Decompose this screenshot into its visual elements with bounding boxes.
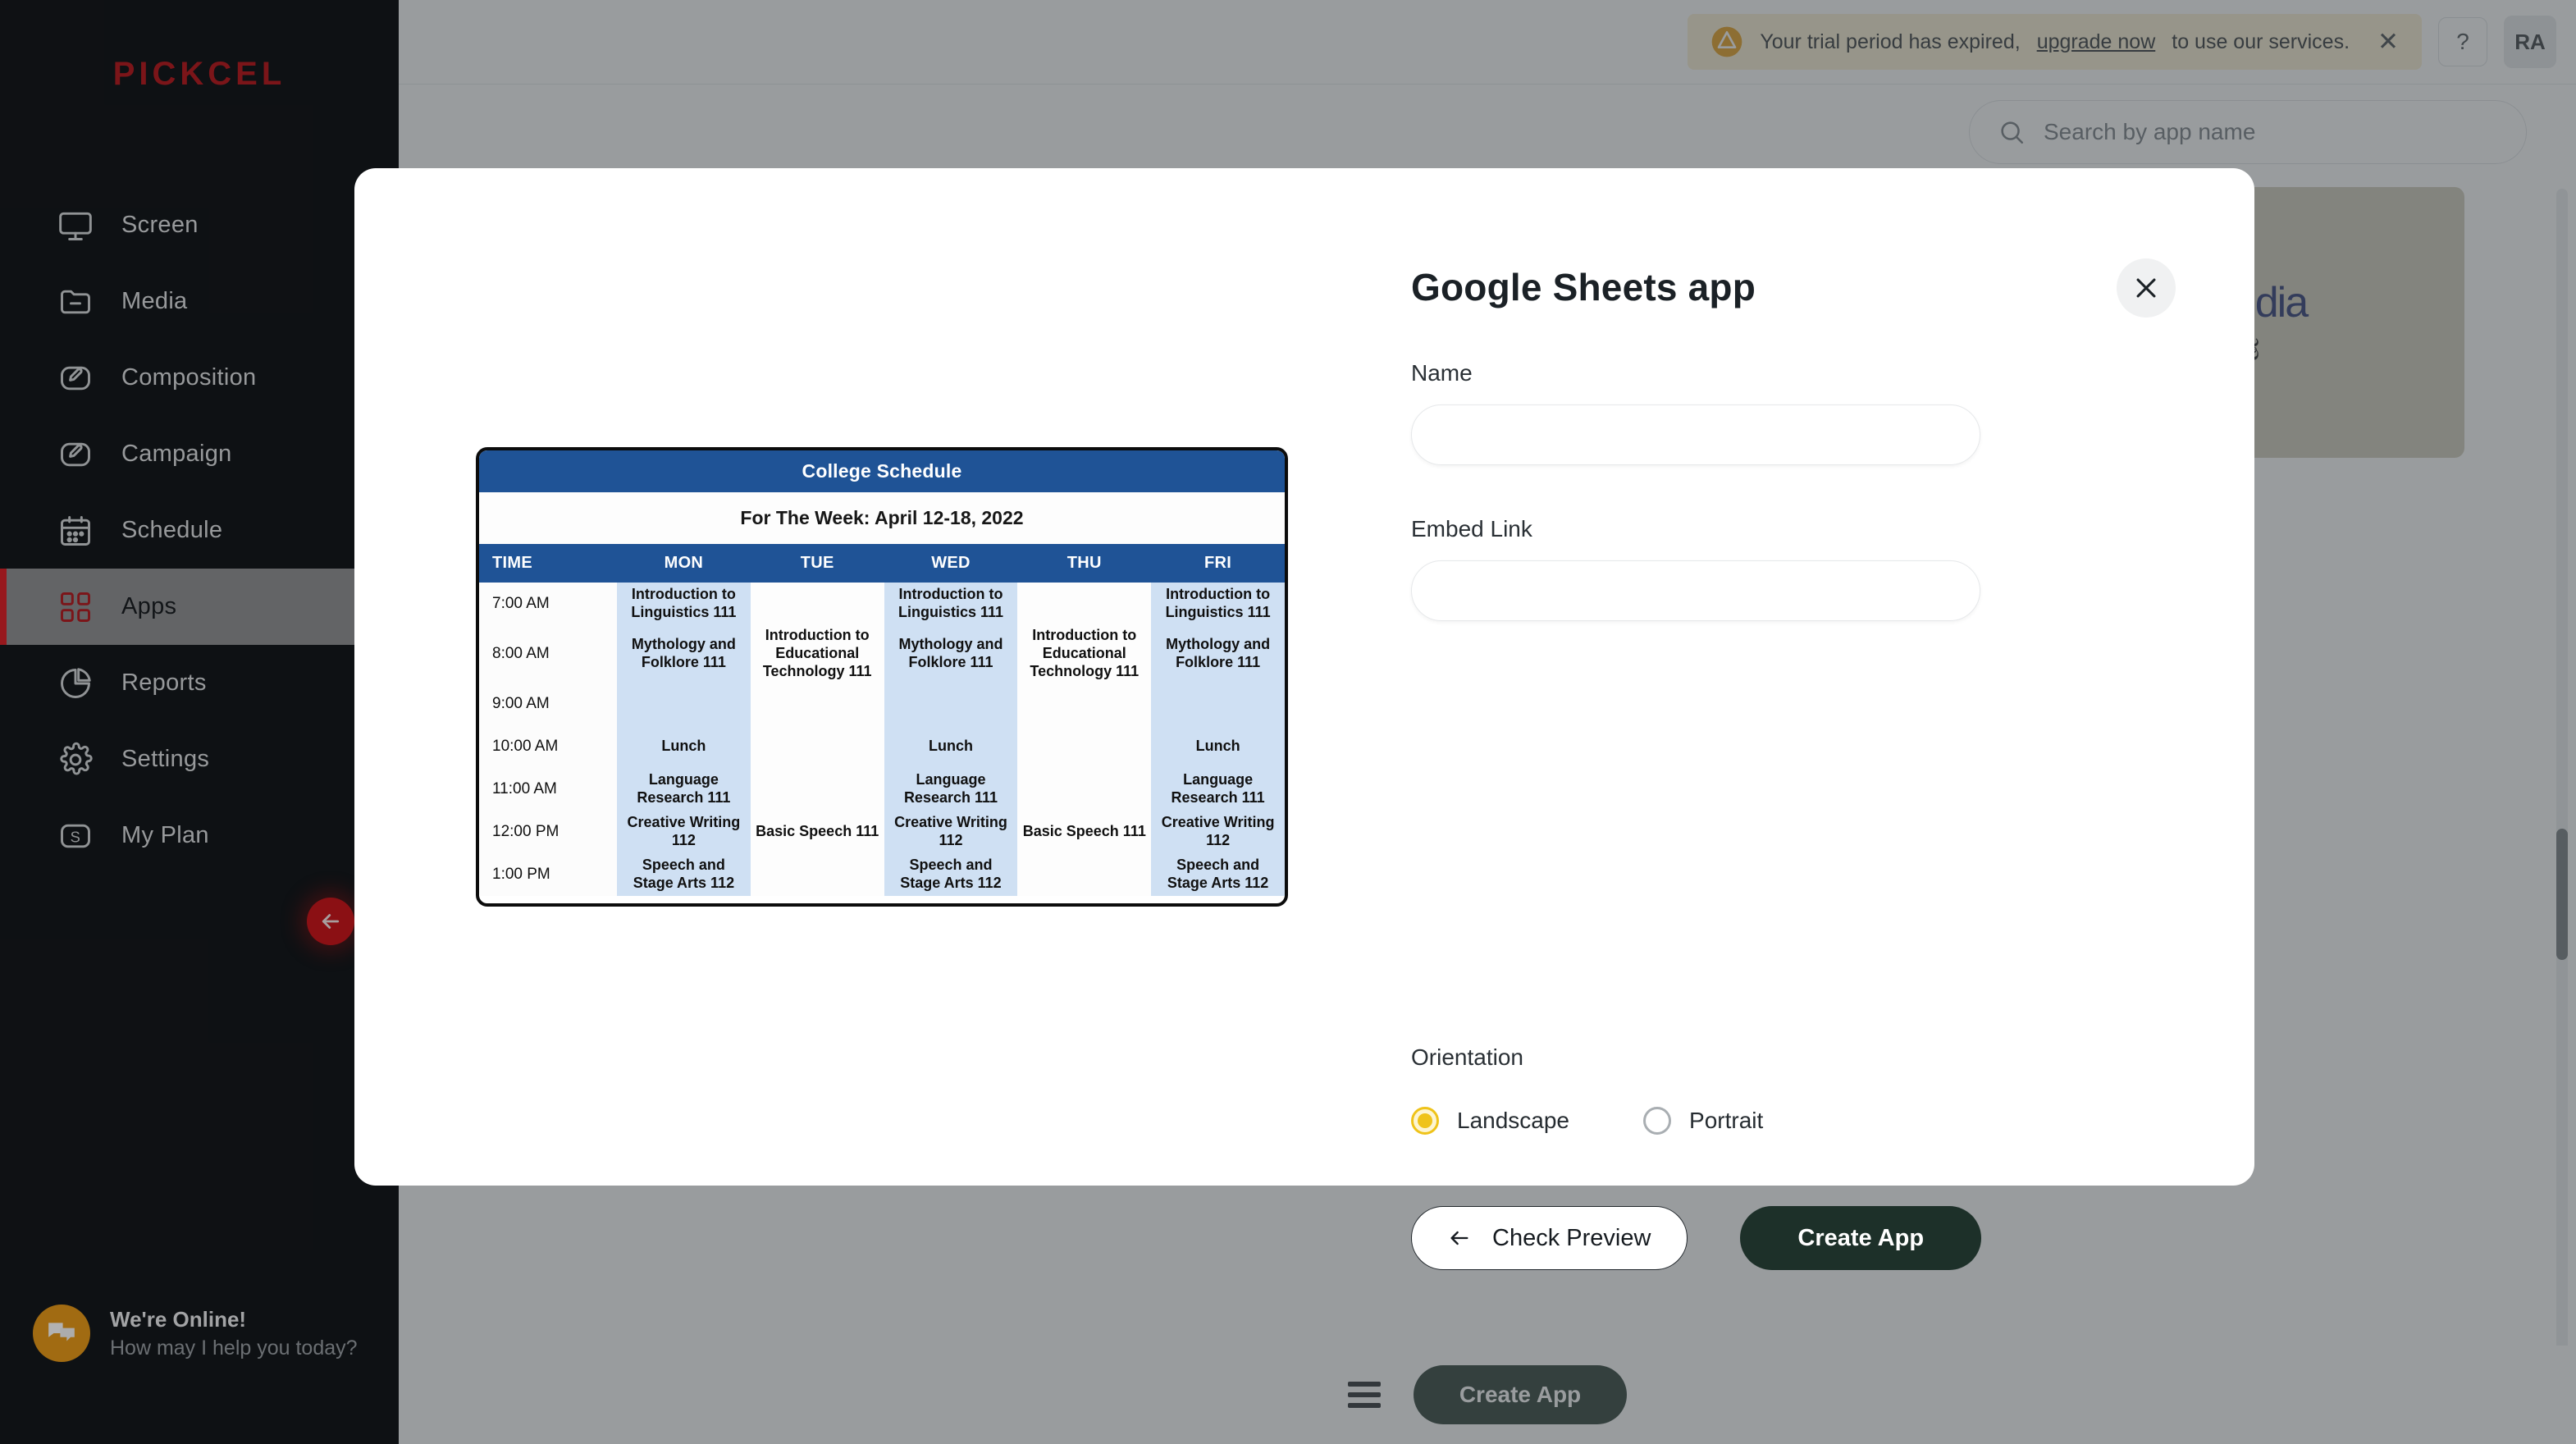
table-row: 1:00 PM Speech and Stage Arts 112 Speech a… bbox=[479, 852, 1285, 896]
time-cell: 11:00 AM bbox=[479, 767, 617, 811]
schedule-cell: Introduction to Linguistics 111 bbox=[1151, 583, 1285, 625]
create-app-button[interactable]: Create App bbox=[1740, 1206, 1982, 1270]
table-header-cell: TIME bbox=[479, 544, 617, 583]
google-sheets-app-modal: College Schedule For The Week: April 12-… bbox=[354, 168, 2254, 1270]
overlay-dim-left bbox=[0, 0, 399, 1444]
time-cell: 12:00 PM bbox=[479, 810, 617, 853]
arrow-left-icon bbox=[1450, 1231, 1468, 1245]
schedule-cell: Speech and Stage Arts 112 bbox=[1151, 852, 1285, 896]
orientation-group: Orientation Landscape Portrait bbox=[1411, 1044, 1763, 1135]
schedule-cell bbox=[617, 682, 751, 725]
table-row: 9:00 AM bbox=[479, 682, 1285, 725]
schedule-cell: Mythology and Folklore 111 bbox=[1151, 625, 1285, 683]
schedule-cell bbox=[750, 852, 884, 896]
modal-preview-pane: College Schedule For The Week: April 12-… bbox=[354, 168, 1411, 1186]
schedule-cell bbox=[884, 682, 1018, 725]
radio-label: Landscape bbox=[1457, 1108, 1570, 1133]
field-group: Embed Link bbox=[1411, 516, 2172, 621]
preview-title: College Schedule bbox=[479, 450, 1285, 492]
check-preview-button[interactable]: Check Preview bbox=[1411, 1206, 1688, 1270]
field-group: Name bbox=[1411, 360, 2172, 465]
schedule-cell bbox=[750, 767, 884, 811]
table-header-cell: WED bbox=[884, 544, 1018, 583]
table-row: 11:00 AM Language Research 111 Language Re… bbox=[479, 767, 1285, 811]
name-input[interactable] bbox=[1411, 404, 1980, 465]
close-button[interactable] bbox=[2117, 258, 2176, 318]
schedule-table: TIME MON TUE WED THU FRI 7:00 AM Introduction … bbox=[479, 544, 1285, 896]
table-header-cell: THU bbox=[1017, 544, 1152, 583]
schedule-preview: College Schedule For The Week: April 12-… bbox=[476, 447, 1288, 907]
schedule-cell: Language Research 111 bbox=[1151, 767, 1285, 811]
table-header-cell: TUE bbox=[750, 544, 884, 583]
preview-subtitle: For The Week: April 12-18, 2022 bbox=[479, 492, 1285, 544]
table-header-cell: FRI bbox=[1151, 544, 1285, 583]
embed-link-input[interactable] bbox=[1411, 560, 1980, 621]
schedule-cell: Creative Writing 112 bbox=[884, 810, 1018, 853]
schedule-cell: Language Research 111 bbox=[884, 767, 1018, 811]
modal-form-pane: Google Sheets app Name Embed Link Orienta… bbox=[1411, 168, 2254, 1270]
schedule-cell: Basic Speech 111 bbox=[1017, 810, 1152, 853]
page-title: Google Sheets app bbox=[1411, 266, 1756, 308]
schedule-cell: Mythology and Folklore 111 bbox=[617, 625, 751, 683]
schedule-cell: Creative Writing 112 bbox=[617, 810, 751, 853]
schedule-cell bbox=[750, 682, 884, 725]
schedule-cell bbox=[750, 583, 884, 625]
schedule-cell bbox=[1017, 682, 1152, 725]
check-preview-label: Check Preview bbox=[1492, 1224, 1651, 1251]
schedule-cell bbox=[750, 724, 884, 768]
orientation-radios: Landscape Portrait bbox=[1411, 1107, 1763, 1135]
table-header-cell: MON bbox=[617, 544, 751, 583]
schedule-cell bbox=[1017, 852, 1152, 896]
radio-indicator bbox=[1643, 1107, 1672, 1135]
table-row: 12:00 PM Creative Writing 112 Basic Speech… bbox=[479, 810, 1285, 853]
time-cell: 8:00 AM bbox=[479, 625, 617, 683]
schedule-cell bbox=[1017, 724, 1152, 768]
schedule-cell bbox=[1151, 682, 1285, 725]
embed-link-label: Embed Link bbox=[1411, 516, 1532, 542]
schedule-cell: Basic Speech 111 bbox=[750, 810, 884, 853]
table-row: 8:00 AM Mythology and Folklore 111 Introdu… bbox=[479, 625, 1285, 683]
time-cell: 9:00 AM bbox=[479, 682, 617, 725]
schedule-cell: Lunch bbox=[617, 724, 751, 768]
schedule-cell: Lunch bbox=[1151, 724, 1285, 768]
schedule-cell: Introduction to Educational Technology 1… bbox=[750, 625, 884, 683]
orientation-radio-landscape[interactable]: Landscape bbox=[1411, 1107, 1569, 1135]
schedule-cell: Speech and Stage Arts 112 bbox=[617, 852, 751, 896]
modal-actions: Check Preview Create App bbox=[1411, 1206, 1982, 1270]
time-cell: 1:00 PM bbox=[479, 852, 617, 896]
schedule-cell: Lunch bbox=[884, 724, 1018, 768]
schedule-cell: Language Research 111 bbox=[617, 767, 751, 811]
orientation-label: Orientation bbox=[1411, 1044, 1523, 1070]
time-cell: 10:00 AM bbox=[479, 724, 617, 768]
orientation-radio-portrait[interactable]: Portrait bbox=[1643, 1107, 1763, 1135]
name-label: Name bbox=[1411, 360, 1473, 386]
app-root: PICKCEL Screen Media Composition Campaign Sc… bbox=[0, 0, 2576, 1444]
form-fields: Name Embed Link bbox=[1411, 360, 2172, 621]
time-cell: 7:00 AM bbox=[479, 583, 617, 625]
close-icon bbox=[2136, 278, 2156, 298]
schedule-cell: Introduction to Linguistics 111 bbox=[617, 583, 751, 625]
table-body: 7:00 AM Introduction to Linguistics 111 In… bbox=[479, 583, 1285, 896]
schedule-cell: Creative Writing 112 bbox=[1151, 810, 1285, 853]
radio-indicator bbox=[1411, 1107, 1439, 1135]
schedule-cell: Introduction to Linguistics 111 bbox=[884, 583, 1018, 625]
table-header-row: TIME MON TUE WED THU FRI bbox=[479, 544, 1285, 583]
table-row: 7:00 AM Introduction to Linguistics 111 In… bbox=[479, 583, 1285, 625]
schedule-cell bbox=[1017, 767, 1152, 811]
schedule-cell: Mythology and Folklore 111 bbox=[884, 625, 1018, 683]
schedule-cell: Introduction to Educational Technology 1… bbox=[1017, 625, 1152, 683]
schedule-cell: Speech and Stage Arts 112 bbox=[884, 852, 1018, 896]
table-row: 10:00 AM Lunch Lunch Lunch bbox=[479, 724, 1285, 768]
radio-label: Portrait bbox=[1689, 1108, 1764, 1133]
schedule-cell bbox=[1017, 583, 1152, 625]
